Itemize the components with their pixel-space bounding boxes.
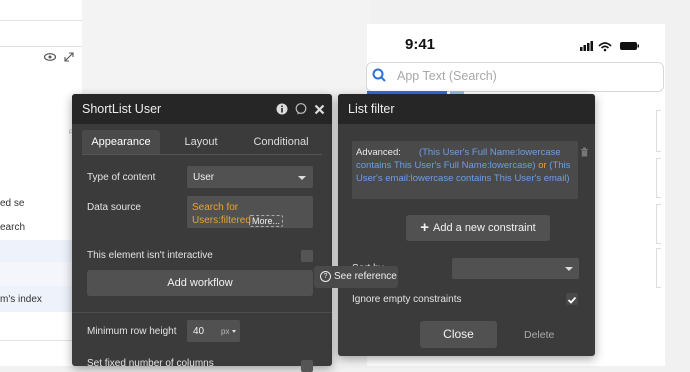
expression-or: or [538, 160, 547, 171]
sidebar-item-0[interactable]: ed se [0, 198, 24, 209]
list-row-frame [656, 110, 661, 152]
panel-title: List filter [348, 102, 395, 116]
sidebar-item-1[interactable]: earch [0, 222, 25, 233]
question-icon: ? [320, 271, 331, 282]
list-row-frame [656, 248, 661, 288]
tab-conditional[interactable]: Conditional [241, 130, 321, 154]
advanced-label: Advanced: [356, 147, 401, 158]
status-icons [580, 41, 639, 52]
search-input-placeholder[interactable]: App Text (Search) [397, 69, 497, 83]
data-source-label: Data source [87, 202, 141, 213]
close-button[interactable]: Close [420, 321, 497, 348]
eye-icon[interactable] [44, 53, 56, 61]
info-icon[interactable] [276, 103, 288, 115]
unit-chevron-down-icon [232, 330, 236, 333]
add-constraint-label: Add a new constraint [433, 222, 536, 234]
not-interactive-label: This element isn't interactive [87, 250, 213, 261]
min-row-height-value: 40 [193, 326, 205, 337]
sidebar-item-2[interactable]: m's index [0, 294, 42, 305]
see-reference-text: See reference [334, 271, 397, 282]
tab-appearance[interactable]: Appearance [82, 130, 160, 154]
trash-icon[interactable] [580, 147, 589, 157]
advanced-expression: Advanced: (This User's Full Name:lowercas… [356, 146, 572, 185]
not-interactive-checkbox[interactable] [301, 250, 313, 262]
ignore-empty-label: Ignore empty constraints [352, 294, 462, 305]
more-link[interactable]: More... [249, 215, 284, 227]
list-row-frame [656, 204, 661, 244]
plus-icon: + [420, 219, 430, 236]
checkmark-icon [567, 296, 577, 304]
close-icon[interactable] [314, 104, 325, 115]
delete-button[interactable]: Delete [524, 329, 554, 341]
type-of-content-label: Type of content [87, 172, 156, 183]
tab-layout[interactable]: Layout [162, 130, 240, 154]
search-icon [372, 68, 386, 82]
section-divider [72, 312, 332, 313]
panel-title: ShortList User [82, 102, 162, 116]
status-time: 9:41 [405, 36, 436, 53]
ignore-empty-checkbox[interactable] [566, 293, 578, 305]
chevron-down-icon [298, 176, 306, 180]
list-row-frame [656, 158, 661, 198]
tab-divider [82, 154, 322, 155]
min-row-height-label: Minimum row height [87, 326, 177, 337]
add-workflow-button[interactable]: Add workflow [87, 270, 313, 296]
data-source-line1: Search for [192, 202, 239, 213]
fixed-columns-label: Set fixed number of columns [87, 358, 214, 369]
sort-by-select[interactable] [452, 258, 579, 279]
expand-icon[interactable] [64, 52, 74, 62]
fixed-columns-checkbox[interactable] [301, 360, 313, 372]
type-of-content-value: User [193, 172, 215, 183]
add-constraint-button[interactable]: + Add a new constraint [406, 215, 550, 241]
chevron-down-icon [565, 267, 573, 271]
data-source-line2: Users:filtered [192, 215, 251, 226]
comment-icon[interactable] [295, 103, 307, 115]
min-row-height-unit: px [221, 327, 230, 336]
